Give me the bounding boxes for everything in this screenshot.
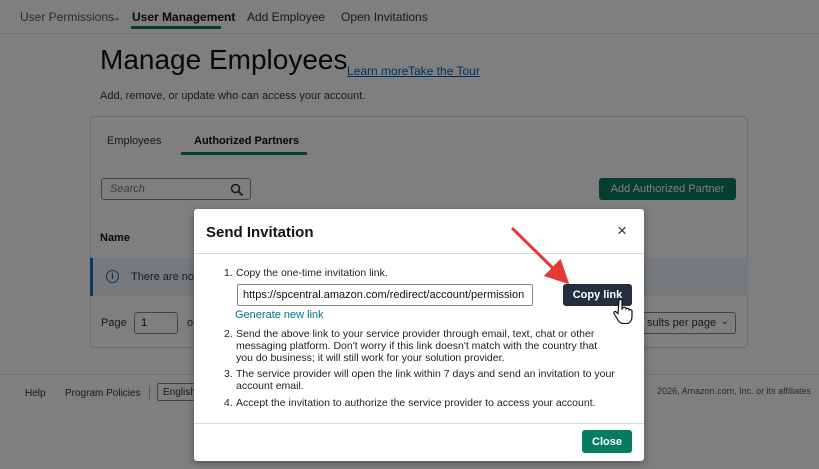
close-icon[interactable]: × xyxy=(617,222,627,239)
step-1-text: Copy the one-time invitation link. xyxy=(236,267,388,279)
step-3-line-2: account email. xyxy=(236,380,304,392)
invitation-link-field[interactable]: https://spcentral.amazon.com/redirect/ac… xyxy=(237,284,533,306)
step-2-line-3: you do business; it will still work for … xyxy=(236,352,505,364)
step-2-line-1: Send the above link to your service prov… xyxy=(236,328,595,340)
step-3-number: 3. xyxy=(224,368,233,380)
modal-title: Send Invitation xyxy=(206,224,314,241)
step-3-line-1: The service provider will open the link … xyxy=(236,368,615,380)
step-2-line-2: messaging platform. Don't worry if this … xyxy=(236,340,598,352)
modal-header-divider xyxy=(194,253,644,254)
modal-footer-divider xyxy=(194,423,644,424)
step-2-number: 2. xyxy=(224,328,233,340)
step-4-text: Accept the invitation to authorize the s… xyxy=(236,397,596,409)
close-button[interactable]: Close xyxy=(582,430,632,453)
hand-cursor-icon xyxy=(613,298,633,324)
step-4-number: 4. xyxy=(224,397,233,409)
generate-new-link[interactable]: Generate new link xyxy=(235,309,324,321)
step-1-number: 1. xyxy=(224,267,233,279)
send-invitation-modal: Send Invitation × 1. Copy the one-time i… xyxy=(194,209,644,461)
